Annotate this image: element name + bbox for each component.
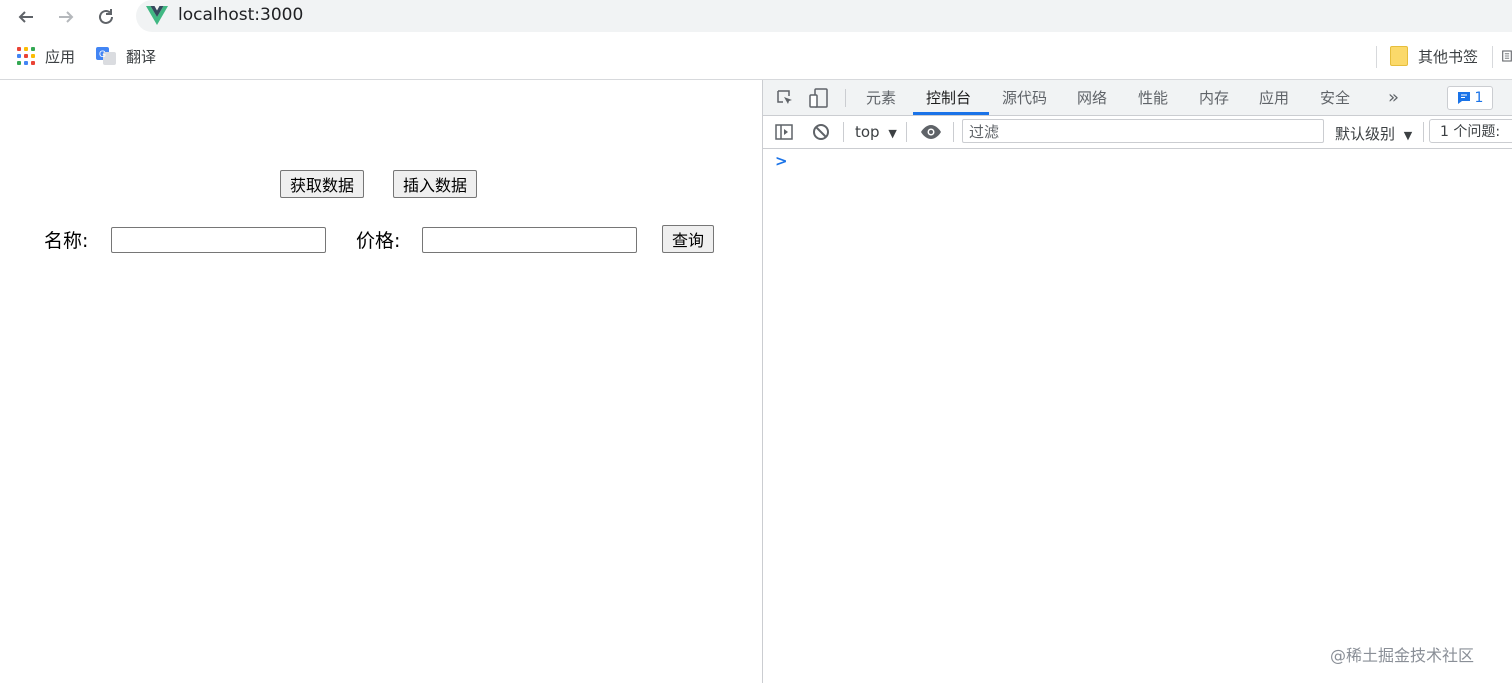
apps-grid-icon	[17, 47, 35, 65]
tab-memory[interactable]: 内存	[1199, 80, 1229, 115]
bookmark-translate-label: 翻译	[126, 47, 157, 66]
toolbar-divider	[845, 89, 846, 107]
vue-logo-icon	[146, 6, 168, 25]
tab-application[interactable]: 应用	[1259, 80, 1289, 115]
reload-button[interactable]	[92, 3, 120, 31]
filter-input[interactable]: 过滤	[962, 119, 1324, 143]
device-toolbar-icon[interactable]	[809, 88, 829, 108]
console-toolbar: top ▼ 过滤 默认级别 ▼ 1 个问题:	[763, 116, 1512, 149]
query-button[interactable]: 查询	[662, 225, 715, 253]
url-text[interactable]: localhost:3000	[178, 5, 303, 25]
get-data-button[interactable]: 获取数据	[280, 170, 365, 198]
insert-data-button[interactable]: 插入数据	[393, 170, 478, 198]
message-count: 1	[1474, 90, 1484, 106]
tab-network[interactable]: 网络	[1077, 80, 1107, 115]
watermark: @稀土掘金技术社区	[1330, 646, 1475, 665]
eye-icon[interactable]	[920, 124, 942, 140]
bookmark-apps-label: 应用	[45, 47, 76, 66]
bookmark-other-label: 其他书签	[1418, 47, 1479, 66]
forward-button[interactable]	[52, 3, 80, 31]
bookmark-apps[interactable]: 应用	[17, 44, 75, 68]
messages-badge[interactable]: 1	[1447, 86, 1493, 110]
log-level-value: 默认级别	[1335, 125, 1396, 143]
context-selector[interactable]: top ▼	[855, 123, 897, 141]
price-input[interactable]	[422, 227, 637, 253]
inspect-element-icon[interactable]	[776, 89, 794, 107]
bookmark-separator	[1376, 46, 1377, 68]
message-icon	[1457, 92, 1470, 104]
price-label: 价格:	[356, 230, 401, 252]
devtools-tab-bar: 元素 控制台 源代码 网络 性能 内存 应用 安全 » 1	[763, 80, 1512, 116]
toolbar-divider	[843, 122, 844, 142]
sidebar-toggle-icon[interactable]	[775, 123, 793, 141]
log-level-dropdown[interactable]: 默认级别 ▼	[1335, 123, 1412, 144]
tab-console[interactable]: 控制台	[926, 80, 971, 115]
name-input[interactable]	[111, 227, 326, 253]
arrow-left-icon	[18, 11, 33, 23]
bookmark-other[interactable]: 其他书签	[1390, 44, 1478, 68]
tab-security[interactable]: 安全	[1320, 80, 1350, 115]
reload-icon	[99, 9, 113, 24]
more-tabs-button[interactable]: »	[1388, 80, 1399, 115]
page-content: 获取数据 插入数据 名称: 价格: 查询	[0, 80, 762, 683]
bookmark-separator	[1492, 46, 1493, 68]
name-label: 名称:	[44, 230, 89, 252]
back-button[interactable]	[12, 3, 40, 31]
toolbar-divider	[953, 122, 954, 142]
tab-elements[interactable]: 元素	[866, 80, 896, 115]
reading-list-icon	[1502, 50, 1512, 62]
toolbar-divider	[1423, 122, 1424, 142]
toolbar: localhost:3000	[0, 0, 1512, 34]
tab-performance[interactable]: 性能	[1138, 80, 1168, 115]
dropdown-arrow-icon: ▼	[888, 127, 897, 140]
context-value: top	[855, 123, 880, 141]
reading-list[interactable]	[1502, 44, 1512, 68]
issues-button[interactable]: 1 个问题:	[1429, 119, 1512, 143]
toolbar-divider	[906, 122, 907, 142]
svg-text:G: G	[99, 49, 106, 59]
dropdown-arrow-icon: ▼	[1403, 129, 1413, 142]
folder-icon	[1390, 46, 1408, 66]
clear-console-icon[interactable]	[812, 123, 830, 141]
browser-window: localhost:3000 应用 G 翻译 其他书签 获取数据 插入数据 名称…	[0, 0, 1512, 683]
arrow-right-icon	[59, 11, 74, 23]
address-bar[interactable]	[136, 0, 1512, 32]
bookmark-translate[interactable]: G 翻译	[96, 44, 156, 68]
console-prompt[interactable]: >	[775, 152, 788, 170]
active-tab-indicator	[913, 112, 989, 115]
bookmarks-bar: 应用 G 翻译 其他书签	[0, 34, 1512, 80]
devtools-panel: 元素 控制台 源代码 网络 性能 内存 应用 安全 » 1 top ▼ 过滤 默…	[762, 80, 1512, 683]
tab-sources[interactable]: 源代码	[1002, 80, 1047, 115]
translate-icon: G	[96, 47, 116, 65]
